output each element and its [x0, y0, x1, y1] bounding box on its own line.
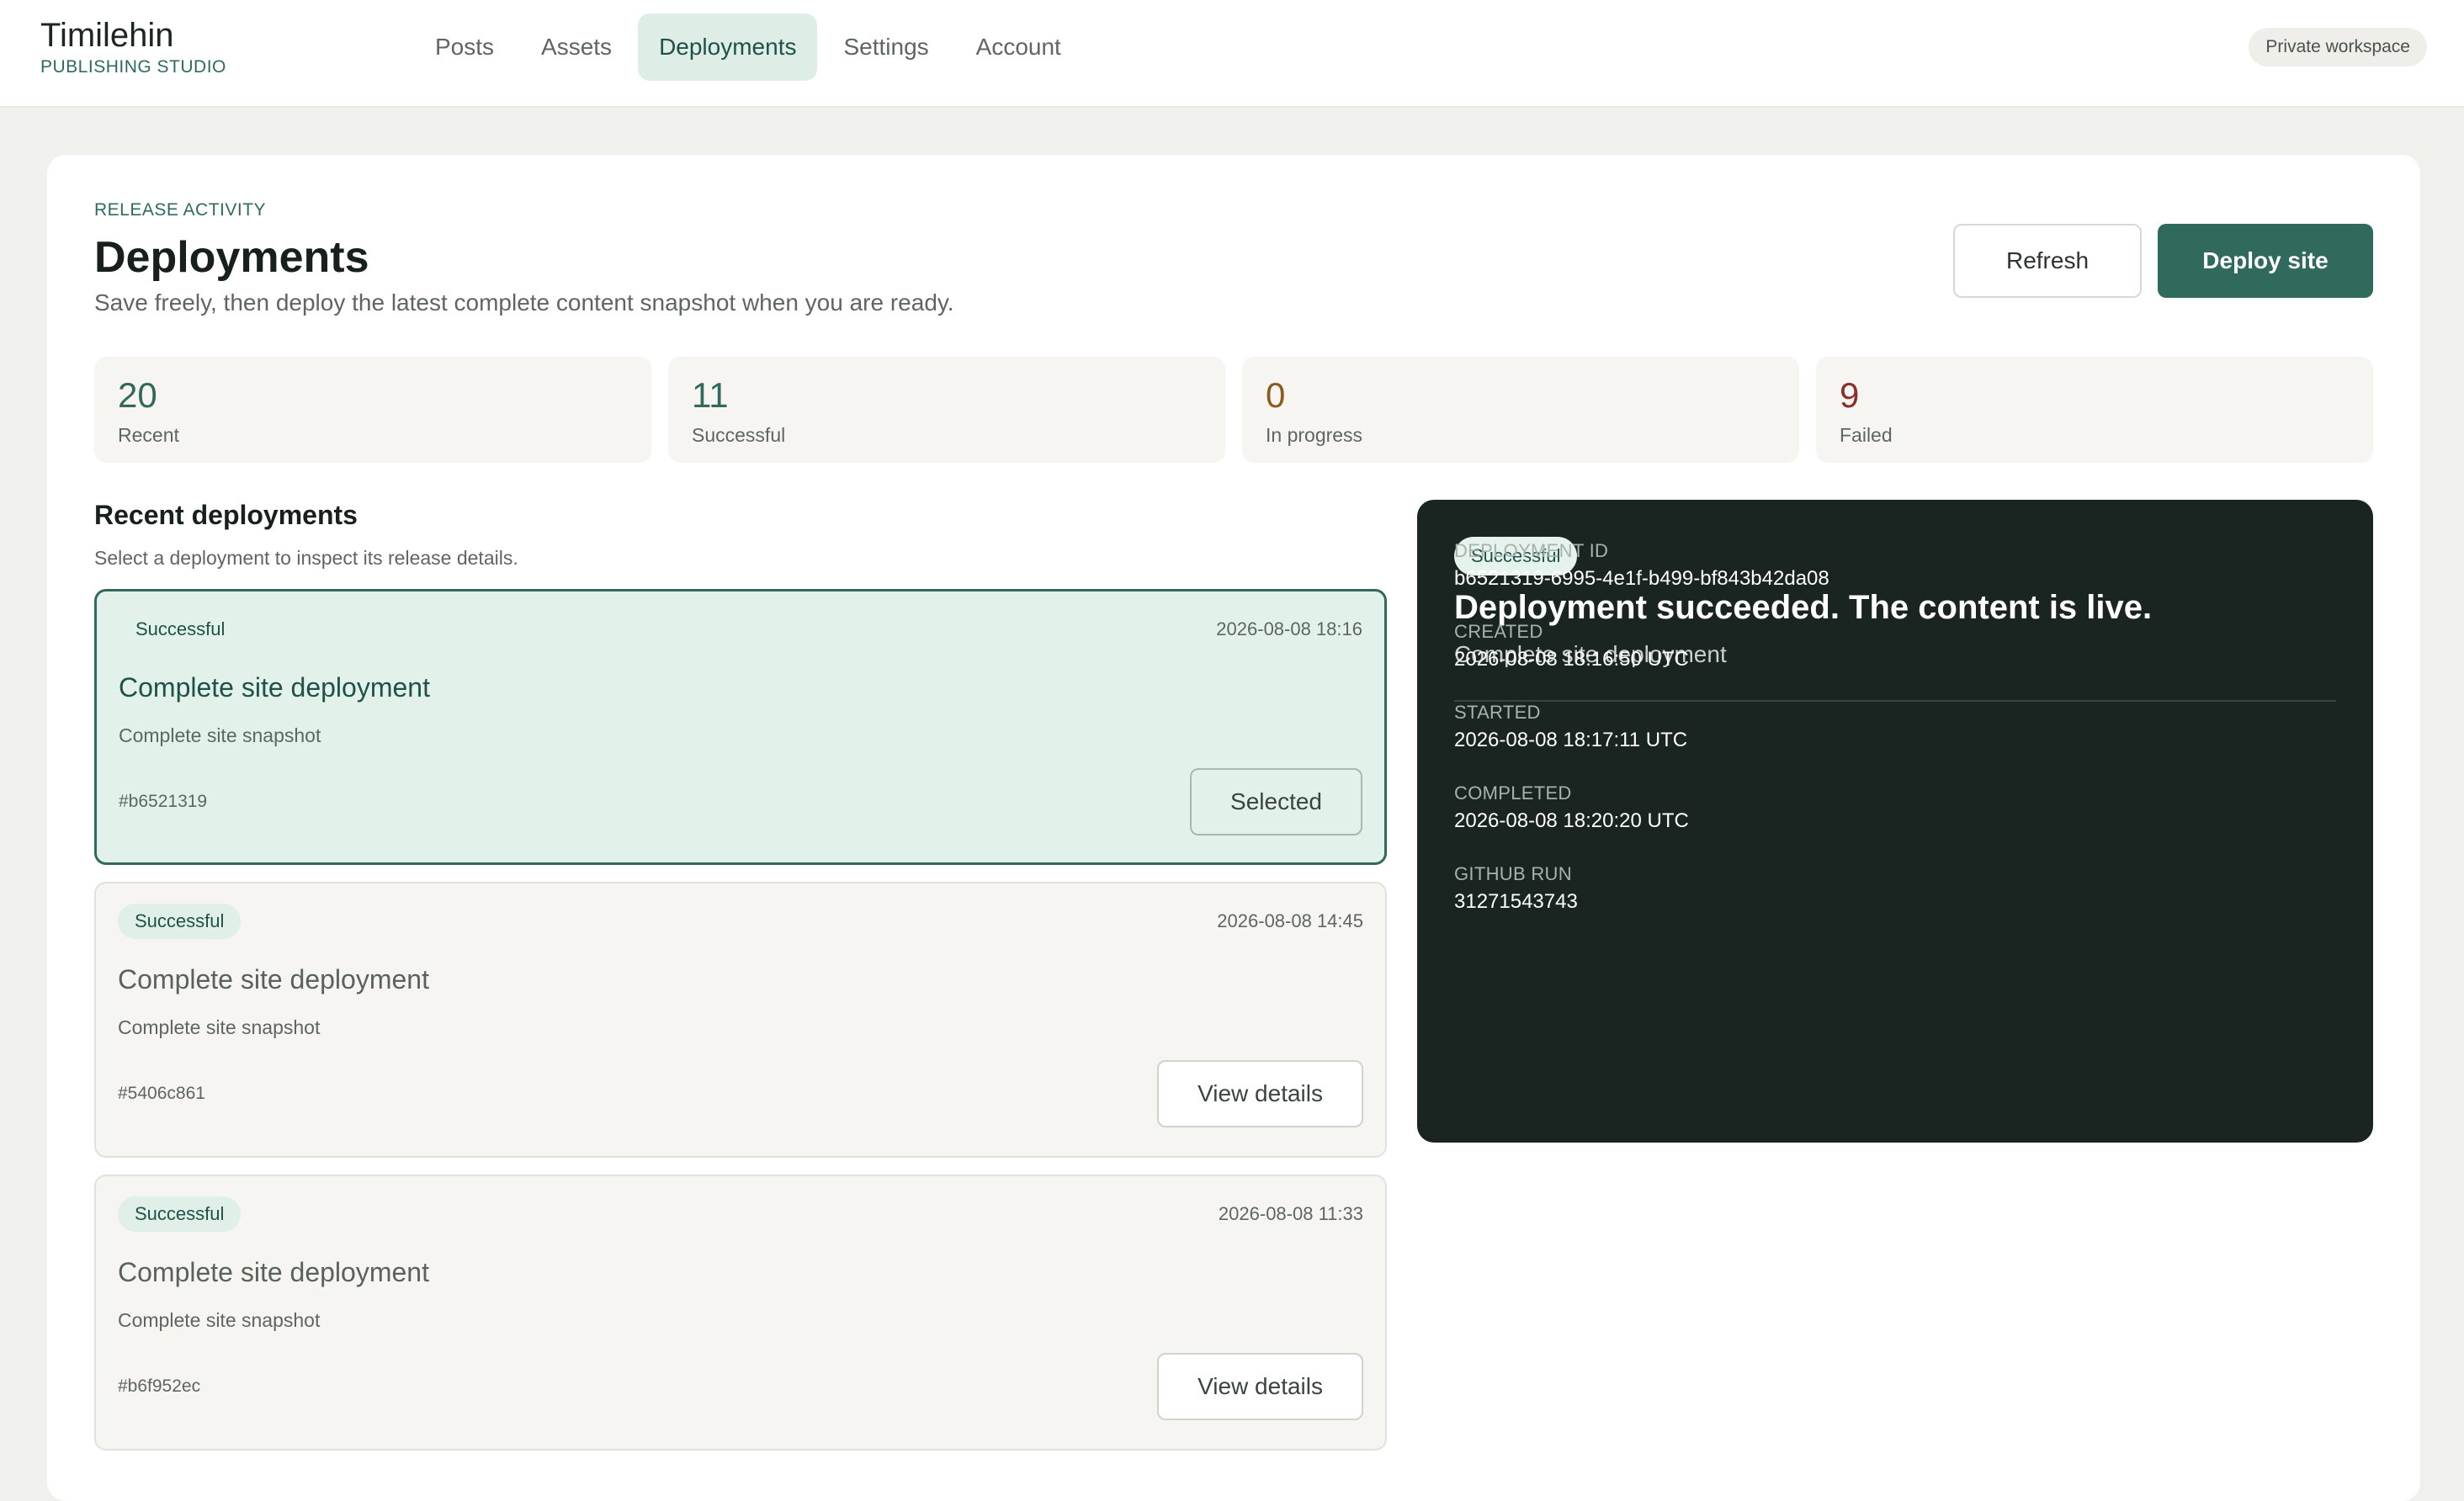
- selected-button[interactable]: Selected: [1190, 768, 1362, 835]
- stat-value: 11: [692, 375, 729, 415]
- field-value-started: 2026-08-08 18:17:11 UTC: [1454, 729, 1688, 751]
- status-badge: Successful: [135, 618, 226, 639]
- stat-value: 0: [1266, 375, 1286, 415]
- brand-subtitle: PUBLISHING STUDIO: [40, 57, 226, 77]
- brand[interactable]: Timilehin PUBLISHING STUDIO: [40, 15, 226, 79]
- field-label-github-run: GITHUB RUN: [1454, 863, 1572, 884]
- field-label-completed: COMPLETED: [1454, 782, 1572, 804]
- main-panel: RELEASE ACTIVITY Deployments Save freely…: [47, 155, 2420, 1501]
- detail-divider: [1454, 700, 2336, 702]
- nav-item-account[interactable]: Account: [955, 13, 1082, 81]
- deployment-hash: #5406c861: [118, 1084, 205, 1103]
- stat-value: 9: [1840, 375, 1860, 415]
- status-badge: Successful: [118, 1196, 242, 1232]
- deploy-site-button[interactable]: Deploy site: [2158, 224, 2373, 298]
- deployment-card[interactable]: Successful 2026-08-08 11:33 Complete sit…: [94, 1175, 1387, 1451]
- refresh-button[interactable]: Refresh: [1953, 224, 2142, 298]
- stat-card-in-progress: 0 In progress: [1242, 357, 1799, 463]
- deployment-description: Complete site snapshot: [118, 1309, 321, 1331]
- deployment-time: 2026-08-08 14:45: [1217, 910, 1363, 931]
- field-value-deployment-id: b6521319-6995-4e1f-b499-bf843b42da08: [1454, 567, 1829, 590]
- recent-deployments-title: Recent deployments: [94, 500, 358, 530]
- page-title: Deployments: [94, 233, 369, 282]
- nav-item-posts[interactable]: Posts: [414, 13, 515, 81]
- view-details-button[interactable]: View details: [1157, 1060, 1363, 1127]
- deployment-description: Complete site snapshot: [119, 724, 321, 746]
- recent-deployments-subtitle: Select a deployment to inspect its relea…: [94, 547, 518, 569]
- field-value-created: 2026-08-08 18:16:50 UTC: [1454, 648, 1689, 671]
- view-details-button[interactable]: View details: [1157, 1353, 1363, 1420]
- workspace-badge: Private workspace: [2249, 28, 2427, 66]
- deployment-hash: #b6f952ec: [118, 1376, 201, 1396]
- page-subtitle: Save freely, then deploy the latest comp…: [94, 289, 954, 316]
- nav-item-deployments[interactable]: Deployments: [638, 13, 818, 81]
- page-eyebrow: RELEASE ACTIVITY: [94, 200, 267, 220]
- deployment-title: Complete site deployment: [118, 1257, 429, 1287]
- nav-item-settings[interactable]: Settings: [822, 13, 949, 81]
- stat-value: 20: [118, 375, 157, 415]
- stat-card-recent: 20 Recent: [94, 357, 651, 463]
- status-badge: Successful: [118, 904, 242, 939]
- field-value-completed: 2026-08-08 18:20:20 UTC: [1454, 809, 1689, 832]
- field-label-started: STARTED: [1454, 702, 1541, 723]
- stat-label: Successful: [692, 424, 786, 446]
- deployment-hash: #b6521319: [119, 792, 208, 811]
- stat-card-successful: 11 Successful: [668, 357, 1225, 463]
- top-bar: Timilehin PUBLISHING STUDIO Posts Assets…: [0, 0, 2464, 108]
- deployment-title: Complete site deployment: [118, 964, 429, 994]
- deployment-time: 2026-08-08 18:16: [1216, 618, 1362, 639]
- field-value-github-run: 31271543743: [1454, 890, 1578, 913]
- stat-card-failed: 9 Failed: [1816, 357, 2373, 463]
- detail-heading: Deployment succeeded. The content is liv…: [1454, 589, 2153, 626]
- deployment-card[interactable]: Successful 2026-08-08 14:45 Complete sit…: [94, 882, 1387, 1158]
- field-label-deployment-id: DEPLOYMENT ID: [1454, 540, 1609, 561]
- deployment-detail-panel: Successful Deployment succeeded. The con…: [1417, 500, 2373, 1143]
- stat-label: In progress: [1266, 424, 1363, 446]
- stat-label: Failed: [1840, 424, 1893, 446]
- deployment-title: Complete site deployment: [119, 672, 430, 703]
- brand-name: Timilehin: [40, 17, 174, 54]
- deployment-time: 2026-08-08 11:33: [1218, 1203, 1363, 1224]
- deployment-description: Complete site snapshot: [118, 1016, 321, 1038]
- nav-item-assets[interactable]: Assets: [520, 13, 633, 81]
- field-label-created: CREATED: [1454, 621, 1543, 642]
- stat-label: Recent: [118, 424, 179, 446]
- deployment-card[interactable]: Successful 2026-08-08 18:16 Complete sit…: [94, 589, 1387, 865]
- main-nav: Posts Assets Deployments Settings Accoun…: [414, 13, 1087, 81]
